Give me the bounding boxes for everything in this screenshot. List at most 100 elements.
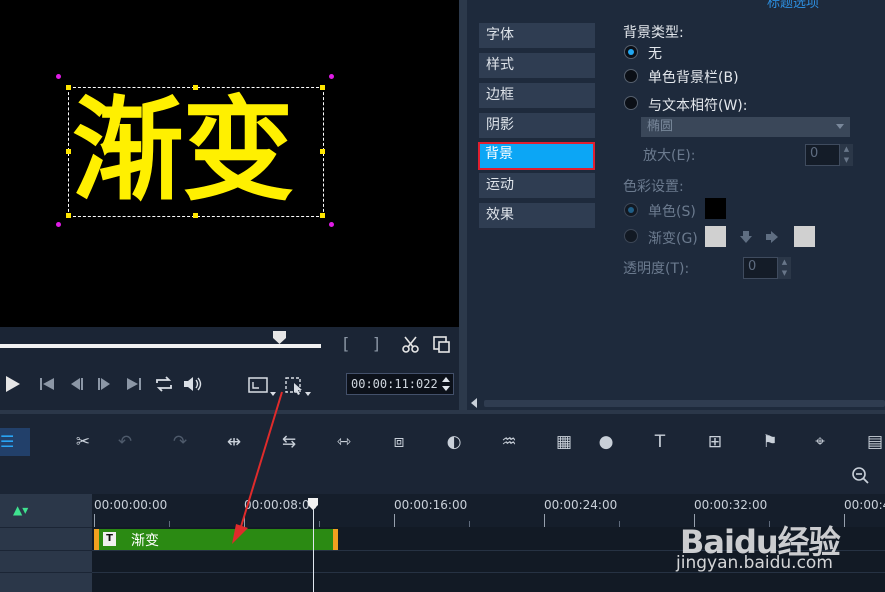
scrollbar-thumb[interactable]: [484, 400, 885, 407]
rotate-handle[interactable]: [56, 74, 61, 79]
playhead[interactable]: [313, 505, 314, 592]
timecode-value: 00:00:11:022: [351, 377, 438, 391]
scrub-bar[interactable]: [0, 344, 321, 348]
title-text[interactable]: 渐变: [72, 78, 322, 224]
gradient-label[interactable]: 渐变(G): [648, 228, 698, 248]
multi-icon[interactable]: ⊞: [700, 429, 730, 455]
title-icon[interactable]: T: [645, 429, 675, 455]
play-icon[interactable]: [4, 374, 22, 394]
solid-color-swatch[interactable]: [705, 198, 726, 219]
tab-shadow[interactable]: 阴影: [479, 113, 595, 138]
fit-icon[interactable]: ⇹: [219, 429, 249, 455]
playhead-marker-icon[interactable]: [306, 497, 320, 511]
tab-effects[interactable]: 效果: [479, 203, 595, 228]
title-options-panel: 标题选项 字体 样式 边框 阴影 背景 运动 效果 背景类型: 无 单色背景栏(…: [467, 0, 885, 410]
arrow-right-icon[interactable]: [765, 230, 779, 244]
ruler-label: 00:00:00:00: [94, 498, 168, 512]
clip-label: 渐变: [131, 533, 159, 549]
resize-handle[interactable]: [66, 85, 71, 90]
zoom-out-icon[interactable]: [851, 466, 873, 486]
undo-icon[interactable]: ↶: [110, 429, 140, 455]
select-region-icon[interactable]: [284, 375, 314, 397]
title-clip-icon: T: [103, 532, 116, 546]
ruler-tick: [394, 514, 395, 527]
motion-icon[interactable]: ⚑: [755, 429, 785, 455]
scroll-left-icon[interactable]: [470, 398, 478, 408]
tab-style[interactable]: 样式: [479, 53, 595, 78]
opacity-input[interactable]: 0 ▲ ▼: [743, 257, 791, 279]
timeline-toolbar: ☰ ✂ ↶ ↷ ⇹ ⇆ ⇿ ⧈ ◐ ♒ ▦ ● T ⊞ ⚑ ⌖ ▤: [0, 414, 885, 484]
go-end-icon[interactable]: [125, 376, 143, 392]
enlarge-label: 放大(E):: [643, 148, 696, 164]
resize-handle[interactable]: [66, 213, 71, 218]
scrub-marker-icon[interactable]: [273, 331, 286, 344]
rotate-handle[interactable]: [329, 222, 334, 227]
rotate-handle[interactable]: [56, 222, 61, 227]
next-frame-icon[interactable]: [95, 376, 113, 392]
arrow-down-icon[interactable]: [739, 230, 753, 244]
solid-color-label[interactable]: 单色(S): [648, 201, 696, 221]
timecode-display[interactable]: 00:00:11:022: [346, 373, 454, 395]
title-clip[interactable]: T 渐变: [94, 529, 338, 550]
opacity-stepper-icon[interactable]: ▲ ▼: [778, 257, 791, 279]
prev-frame-icon[interactable]: [68, 376, 86, 392]
redo-icon[interactable]: ↷: [165, 429, 195, 455]
opacity-label: 透明度(T):: [623, 261, 690, 277]
aspect-ratio-icon[interactable]: [247, 375, 277, 397]
enlarge-stepper-icon[interactable]: ▲ ▼: [840, 144, 853, 166]
track-add-icon[interactable]: ▲▾: [13, 503, 28, 517]
tab-font[interactable]: 字体: [479, 23, 595, 48]
video-preview[interactable]: 渐变: [0, 0, 459, 327]
mark-in-button[interactable]: [: [343, 334, 349, 354]
extend-icon[interactable]: ⧈: [384, 429, 414, 455]
timecode-stepper-icon[interactable]: [441, 376, 451, 392]
scene-icon[interactable]: ▦: [549, 429, 579, 455]
radio-fit-text[interactable]: [624, 96, 638, 110]
mask-icon[interactable]: ●: [591, 429, 621, 455]
color-icon[interactable]: ◐: [439, 429, 469, 455]
ruler-label: 00:00:32:00: [694, 498, 768, 512]
gradient-from-swatch[interactable]: [705, 226, 726, 247]
track-icon[interactable]: ⌖: [805, 429, 835, 455]
watermark-url: jingyan.baidu.com: [676, 553, 833, 573]
tab-background[interactable]: 背景: [478, 142, 595, 170]
tab-border[interactable]: 边框: [479, 83, 595, 108]
color-settings-label: 色彩设置:: [623, 179, 684, 195]
radio-gradient[interactable]: [624, 229, 638, 243]
radio-fit-text-label[interactable]: 与文本相符(W):: [648, 95, 747, 115]
volume-icon[interactable]: [182, 375, 204, 393]
gradient-to-swatch[interactable]: [794, 226, 815, 247]
split-icon[interactable]: ⇿: [329, 429, 359, 455]
track-header: ▲▾: [0, 494, 92, 592]
tab-motion[interactable]: 运动: [479, 173, 595, 198]
enlarge-input[interactable]: 0 ▲ ▼: [805, 144, 853, 166]
storyboard-view-icon[interactable]: ☰: [0, 428, 30, 456]
ruler-label: 00:00:16:00: [394, 498, 468, 512]
radio-solid-bar[interactable]: [624, 69, 638, 83]
trim-icon[interactable]: ⇆: [274, 429, 304, 455]
go-start-icon[interactable]: [38, 376, 56, 392]
panel-divider: [459, 0, 467, 410]
track-row-divider: [0, 572, 92, 573]
snapshot-icon[interactable]: [432, 335, 452, 355]
radio-solid-color[interactable]: [624, 203, 638, 217]
rotate-handle[interactable]: [329, 74, 334, 79]
radio-none-label[interactable]: 无: [648, 43, 662, 63]
radio-solid-bar-label[interactable]: 单色背景栏(B): [648, 67, 739, 87]
player-controls: [ ] 00:00:11:022: [0, 327, 459, 410]
timeline-icon[interactable]: ▤: [860, 429, 885, 455]
tools-icon[interactable]: ✂: [68, 429, 98, 455]
shape-dropdown[interactable]: 椭圆: [641, 117, 850, 137]
resize-handle[interactable]: [66, 149, 71, 154]
background-type-label: 背景类型:: [623, 25, 684, 41]
options-scrollbar[interactable]: [467, 396, 885, 410]
ruler-tick: [544, 514, 545, 527]
audio-icon[interactable]: ♒: [494, 429, 524, 455]
shape-dropdown-value: 椭圆: [647, 119, 674, 134]
ruler-label: 00:00:24:00: [544, 498, 618, 512]
chevron-down-icon: [836, 124, 844, 129]
scissors-icon[interactable]: [401, 335, 421, 355]
radio-none[interactable]: [624, 45, 638, 59]
mark-out-button[interactable]: ]: [373, 334, 379, 354]
repeat-icon[interactable]: [153, 375, 175, 393]
